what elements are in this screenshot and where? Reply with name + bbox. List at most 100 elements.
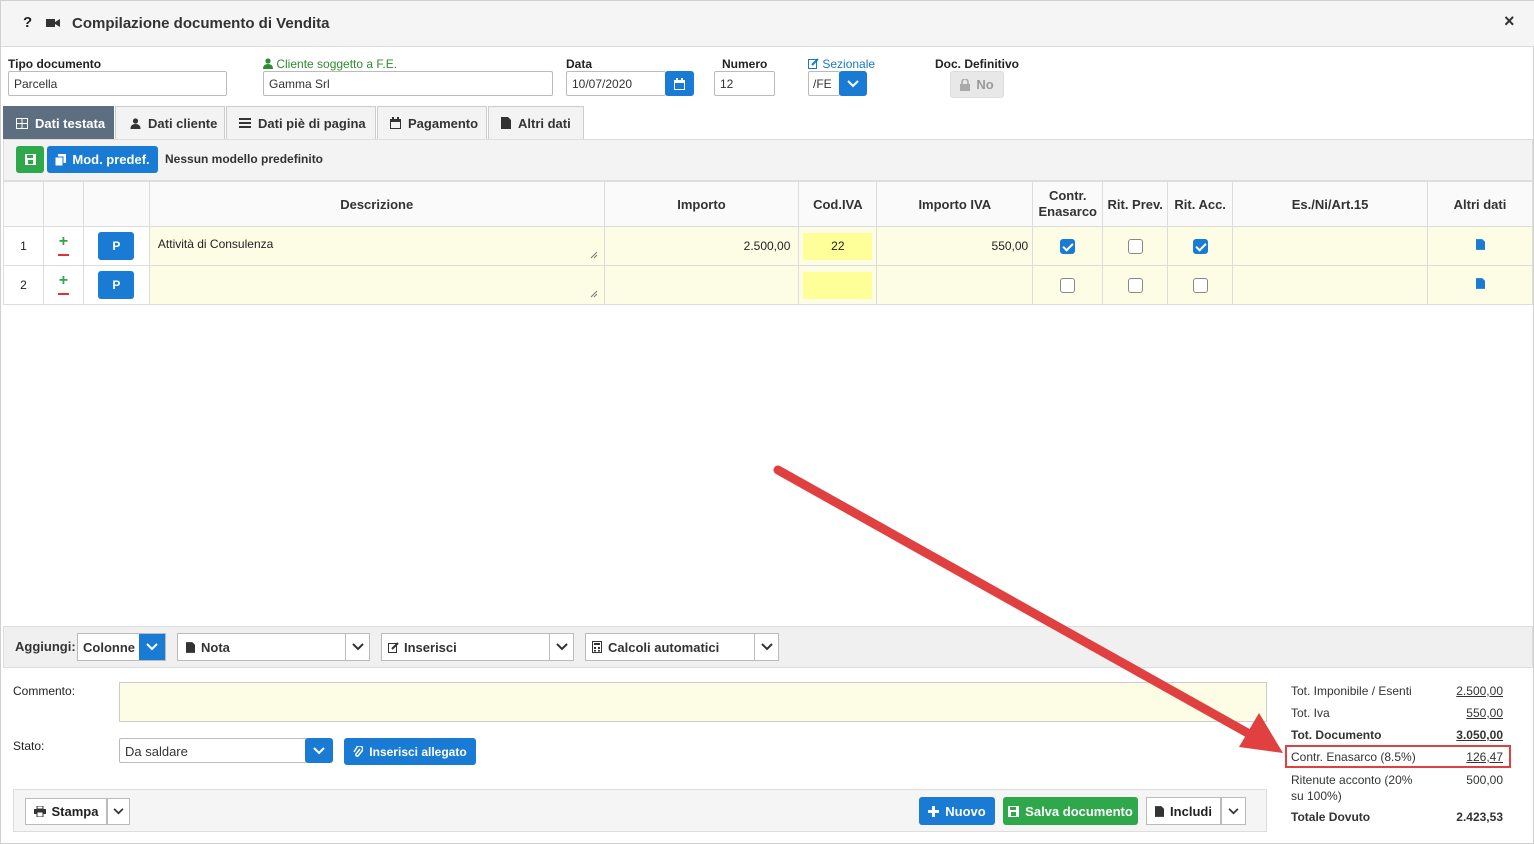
calcoli-automatici-button[interactable] — [754, 634, 778, 660]
row-p-button[interactable]: P — [98, 232, 135, 260]
row-cod-iva[interactable] — [798, 265, 878, 305]
save-model-button[interactable] — [16, 146, 44, 173]
tab-pagamento[interactable]: Pagamento — [377, 106, 487, 139]
cliente-field[interactable]: Gamma Srl — [263, 71, 553, 96]
tot-iva-value[interactable]: 550,00 — [1466, 706, 1503, 720]
rit-prev-checkbox[interactable] — [1127, 277, 1143, 293]
tab-altri-dati[interactable]: Altri dati — [488, 106, 584, 139]
col-header-rit-prev[interactable]: Rit. Prev. — [1102, 181, 1169, 227]
remove-row-icon[interactable] — [57, 293, 69, 295]
tot-documento-value[interactable]: 3.050,00 — [1456, 728, 1503, 742]
remove-row-icon[interactable] — [57, 254, 69, 256]
inserisci-allegato-button[interactable]: Inserisci allegato — [344, 738, 476, 765]
totale-dovuto-label: Totale Dovuto — [1291, 810, 1371, 824]
col-header-altri-dati[interactable]: Altri dati — [1427, 181, 1533, 227]
file-icon[interactable] — [1475, 278, 1485, 289]
row-es-ni-art15[interactable] — [1232, 226, 1428, 266]
row-importo-iva[interactable]: 550,00 — [876, 226, 1034, 266]
col-header-descrizione[interactable]: Descrizione — [148, 181, 605, 227]
row-descrizione[interactable] — [148, 265, 605, 305]
tipo-documento-field[interactable]: Parcella — [8, 71, 227, 96]
row-es-ni-art15[interactable] — [1232, 265, 1428, 305]
row-p-cell: P — [82, 265, 150, 305]
sezionale-dropdown-button[interactable] — [839, 71, 867, 96]
col-header-importo-iva[interactable]: Importo IVA — [876, 181, 1034, 227]
rit-prev-checkbox[interactable] — [1127, 238, 1143, 254]
tab-label: Dati piè di pagina — [258, 115, 366, 131]
includi-label: Includi — [1170, 803, 1212, 819]
row-actions: + — [42, 265, 84, 305]
contr-enasarco-checkbox[interactable] — [1060, 238, 1076, 254]
row-importo-iva[interactable] — [876, 265, 1034, 305]
add-row-icon[interactable]: + — [44, 273, 83, 289]
col-header-cod-iva[interactable]: Cod.IVA — [798, 181, 878, 227]
row-contr-enasarco — [1032, 226, 1104, 266]
rit-acc-checkbox[interactable] — [1192, 277, 1208, 293]
tab-dati-pie-di-pagina[interactable]: Dati piè di pagina — [226, 106, 376, 139]
commento-label: Commento: — [13, 684, 76, 698]
model-status-text: Nessun modello predefinito — [165, 152, 324, 166]
ritenute-label-l1: Ritenute acconto (20% — [1291, 773, 1413, 787]
inserisci-dropdown[interactable]: Inserisci — [381, 633, 574, 661]
calcoli-automatici-dropdown[interactable]: Calcoli automatici — [585, 633, 779, 661]
stato-dropdown-button[interactable] — [305, 738, 333, 763]
table-icon — [16, 117, 28, 129]
tot-imponibile-value[interactable]: 2.500,00 — [1456, 684, 1503, 698]
sezionale-field[interactable]: /FE — [808, 71, 840, 96]
col-header-es-ni-art15[interactable]: Es./Ni/Art.15 — [1232, 181, 1428, 227]
calendar-button[interactable] — [665, 71, 694, 96]
rit-acc-checkbox[interactable] — [1192, 238, 1208, 254]
includi-button[interactable]: Includi — [1146, 797, 1221, 825]
colonne-dropdown-button[interactable] — [139, 634, 165, 660]
contr-enasarco-row: Contr. Enasarco (8.5%) 126,47 — [1291, 750, 1503, 764]
tot-iva-row: Tot. Iva 550,00 — [1291, 706, 1503, 720]
sezionale-label[interactable]: Sezionale — [808, 57, 875, 71]
row-importo[interactable]: 2.500,00 — [603, 226, 800, 266]
row-descrizione[interactable]: Attività di Consulenza — [148, 226, 605, 266]
mod-predef-button[interactable]: Mod. predef. — [47, 146, 158, 173]
resize-handle-icon[interactable] — [590, 251, 598, 259]
ritenute-label-l2: su 100%) — [1291, 789, 1342, 803]
stampa-button[interactable]: Stampa — [25, 798, 107, 825]
document-window: ? Compilazione documento di Vendita × Ti… — [0, 0, 1534, 844]
copy-icon — [55, 153, 67, 166]
commento-field[interactable] — [119, 682, 1267, 722]
file-icon[interactable] — [1475, 239, 1485, 250]
stampa-dropdown-button[interactable] — [107, 798, 130, 825]
table-row: 1 + P Attività di Consulenza 2.500,00 22… — [3, 226, 1533, 266]
tab-dati-testata[interactable]: Dati testata — [3, 106, 114, 139]
tot-imponibile-label: Tot. Imponibile / Esenti — [1291, 684, 1412, 698]
nota-dropdown-button[interactable] — [345, 634, 369, 660]
row-importo[interactable] — [603, 265, 800, 305]
col-header-rit-acc[interactable]: Rit. Acc. — [1167, 181, 1234, 227]
colonne-dropdown[interactable]: Colonne — [77, 633, 166, 661]
nuovo-button[interactable]: Nuovo — [919, 797, 995, 825]
numero-label: Numero — [722, 57, 768, 71]
col-header-number — [3, 181, 44, 227]
tab-dati-cliente[interactable]: Dati cliente — [115, 106, 225, 139]
contr-enasarco-value[interactable]: 126,47 — [1466, 750, 1503, 764]
col-header-importo[interactable]: Importo — [603, 181, 800, 227]
add-row-icon[interactable]: + — [44, 234, 83, 250]
video-camera-icon[interactable] — [46, 17, 60, 32]
col-header-contr-enasarco[interactable]: Contr. Enasarco — [1032, 181, 1104, 227]
nota-dropdown[interactable]: Nota — [177, 633, 370, 661]
includi-dropdown-button[interactable] — [1221, 797, 1246, 825]
help-icon[interactable]: ? — [23, 14, 32, 31]
tab-label: Pagamento — [408, 115, 479, 131]
chevron-down-icon — [760, 643, 773, 651]
inserisci-dropdown-button[interactable] — [549, 634, 573, 660]
numero-field[interactable]: 12 — [714, 71, 775, 96]
stato-field[interactable]: Da saldare — [119, 738, 307, 763]
row-p-button[interactable]: P — [98, 271, 135, 299]
contr-enasarco-checkbox[interactable] — [1060, 277, 1076, 293]
doc-definitivo-toggle[interactable]: No — [950, 71, 1004, 98]
salva-documento-button[interactable]: Salva documento — [1003, 797, 1138, 825]
title-bar: ? Compilazione documento di Vendita × — [1, 1, 1534, 47]
resize-handle-icon[interactable] — [590, 290, 598, 298]
row-cod-iva[interactable]: 22 — [798, 226, 878, 266]
chevron-down-icon — [351, 643, 364, 651]
paperclip-icon — [353, 745, 364, 757]
data-field[interactable]: 10/07/2020 — [566, 71, 666, 96]
close-icon[interactable]: × — [1504, 11, 1515, 32]
